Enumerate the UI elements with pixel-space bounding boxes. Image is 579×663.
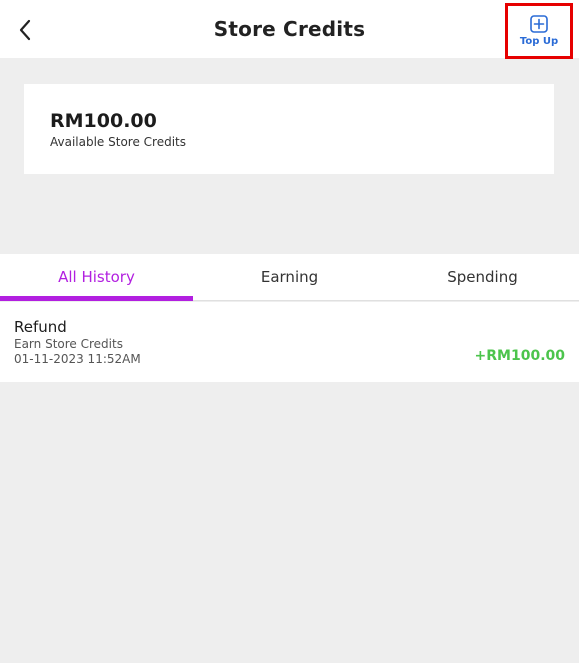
plus-square-icon <box>530 15 548 33</box>
tab-all-history[interactable]: All History <box>0 254 193 301</box>
history-tabs: All History Earning Spending <box>0 254 579 301</box>
balance-caption: Available Store Credits <box>50 135 187 149</box>
history-list: Refund Earn Store Credits 01-11-2023 11:… <box>0 302 579 382</box>
history-row-title: Refund <box>14 318 67 336</box>
tab-earning[interactable]: Earning <box>193 254 386 300</box>
history-row[interactable]: Refund Earn Store Credits 01-11-2023 11:… <box>0 302 579 382</box>
balance-card: RM100.00 Available Store Credits <box>24 84 554 174</box>
balance-amount: RM100.00 <box>50 110 157 132</box>
tab-spending[interactable]: Spending <box>386 254 579 300</box>
app-header: Store Credits Top Up <box>0 0 579 59</box>
top-up-label: Top Up <box>519 36 559 47</box>
history-row-datetime: 01-11-2023 11:52AM <box>14 352 141 366</box>
top-up-button[interactable]: Top Up <box>505 3 573 59</box>
history-row-amount: +RM100.00 <box>474 348 565 364</box>
page-title: Store Credits <box>213 17 366 41</box>
history-row-subtitle: Earn Store Credits <box>14 337 123 351</box>
